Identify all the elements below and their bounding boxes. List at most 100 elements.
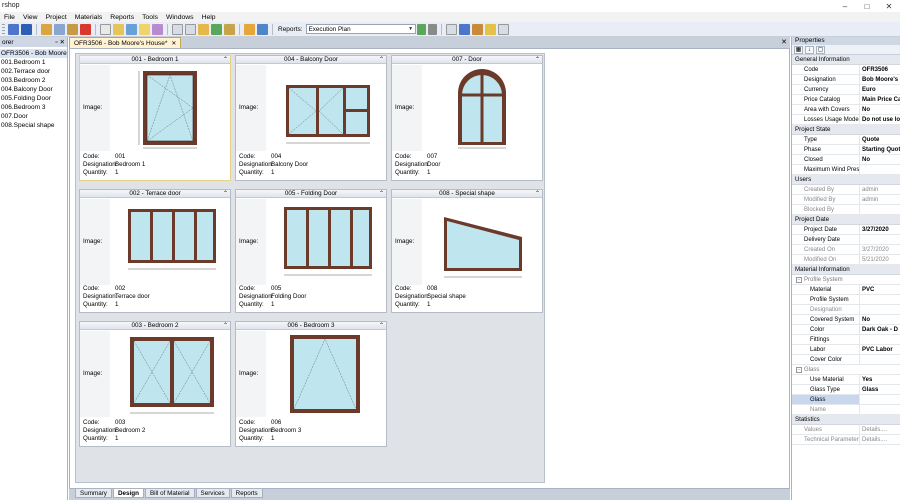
section-project-state[interactable]: Project State: [792, 125, 900, 135]
prop-row[interactable]: Covered System No: [792, 315, 900, 325]
prop-row[interactable]: Designation Bob Moore's H: [792, 75, 900, 85]
prop-row[interactable]: Area with Covers No: [792, 105, 900, 115]
prop-row[interactable]: Price Catalog Main Price Ca: [792, 95, 900, 105]
prop-row[interactable]: Values Details....: [792, 425, 900, 435]
prop-row[interactable]: Color Dark Oak - D: [792, 325, 900, 335]
prop-row[interactable]: Cover Color: [792, 355, 900, 365]
print-icon[interactable]: [126, 23, 137, 35]
window-icon[interactable]: [458, 23, 470, 35]
save-icon[interactable]: [8, 23, 19, 35]
collapse-icon[interactable]: ⌃: [379, 190, 384, 198]
section-users[interactable]: Users: [792, 175, 900, 185]
property-pages-icon[interactable]: ▢: [816, 45, 825, 54]
prop-row[interactable]: Fittings: [792, 335, 900, 345]
tree-item[interactable]: 005.Folding Door: [0, 94, 67, 103]
tab-services[interactable]: Services: [195, 489, 230, 498]
tools-icon[interactable]: [471, 23, 483, 35]
collapse-icon[interactable]: ⌃: [535, 56, 540, 64]
export-icon[interactable]: [152, 23, 163, 35]
prop-row[interactable]: Glass Type Glass: [792, 385, 900, 395]
collapse-icon[interactable]: ⌃: [379, 322, 384, 330]
menu-view[interactable]: View: [19, 14, 42, 21]
tree-item[interactable]: 001.Bedroom 1: [0, 58, 67, 67]
design-card[interactable]: 003 - Bedroom 2 ⌃ Image: Code: 003 Desig…: [79, 321, 231, 447]
grid-icon[interactable]: [185, 23, 196, 35]
prop-row[interactable]: Maximum Wind Pressur: [792, 165, 900, 175]
tree-item[interactable]: 004.Balcony Door: [0, 85, 67, 94]
design-card[interactable]: 007 - Door ⌃ Image: Code: 007 Designation:…: [391, 55, 543, 181]
info-icon[interactable]: [257, 23, 268, 35]
design-card[interactable]: 006 - Bedroom 3 ⌃ Image: Code: 006 Designa…: [235, 321, 387, 447]
collapse-icon[interactable]: ⌃: [223, 322, 228, 330]
collapse-icon[interactable]: ⌃: [379, 56, 384, 64]
prop-row[interactable]: Phase Starting Quot: [792, 145, 900, 155]
pin-icon[interactable]: ▫ ✕: [55, 38, 65, 46]
toolbar-grip[interactable]: [2, 23, 5, 35]
maximize-button[interactable]: □: [856, 0, 878, 12]
tree-item[interactable]: 007.Door: [0, 112, 67, 121]
report-options-icon[interactable]: [427, 23, 437, 35]
minimize-button[interactable]: –: [834, 0, 856, 12]
copy-icon[interactable]: [54, 23, 65, 35]
prop-row[interactable]: Losses Usage Mode Do not use lo: [792, 115, 900, 125]
prop-row[interactable]: Labor PVC Labor: [792, 345, 900, 355]
folder-icon[interactable]: [198, 23, 209, 35]
edit-icon[interactable]: [244, 23, 255, 35]
prop-row[interactable]: Modified By admin: [792, 195, 900, 205]
categorized-icon[interactable]: ▦: [794, 45, 803, 54]
prop-row[interactable]: Name: [792, 405, 900, 415]
sort-alpha-icon[interactable]: ↓: [805, 45, 814, 54]
prop-row[interactable]: Created On 3/27/2020: [792, 245, 900, 255]
prop-row[interactable]: Modified On 5/21/2020: [792, 255, 900, 265]
tree-item[interactable]: 006.Bedroom 3: [0, 103, 67, 112]
prop-row[interactable]: Closed No: [792, 155, 900, 165]
section-general[interactable]: General Information: [792, 55, 900, 65]
menu-project[interactable]: Project: [42, 14, 71, 21]
section-statistics[interactable]: Statistics: [792, 415, 900, 425]
collapse-icon[interactable]: ⌃: [223, 56, 228, 64]
tab-design[interactable]: Design: [112, 489, 144, 498]
prop-row[interactable]: Profile System: [792, 295, 900, 305]
table-icon[interactable]: [445, 23, 457, 35]
reports-select[interactable]: Execution Plan ▼: [305, 24, 416, 34]
paste-icon[interactable]: [67, 23, 78, 35]
group-profile-system[interactable]: − Profile System: [792, 275, 900, 285]
design-card[interactable]: 001 - Bedroom 1 ⌃ Image: Code: 001 Designa…: [79, 55, 231, 181]
prop-row[interactable]: Type Quote: [792, 135, 900, 145]
group-glass[interactable]: − Glass: [792, 365, 900, 375]
list-icon[interactable]: [172, 23, 183, 35]
save-all-icon[interactable]: [21, 23, 32, 35]
tab-summary[interactable]: Summary: [75, 489, 112, 498]
document-tab-project[interactable]: OFR3506 - Bob Moore's House* ✕: [69, 37, 182, 48]
collapse-icon[interactable]: ⌃: [535, 190, 540, 198]
prop-row[interactable]: Technical Parameters Details....: [792, 435, 900, 445]
section-material[interactable]: Material Information: [792, 265, 900, 275]
prop-row-selected[interactable]: Glass: [792, 395, 900, 405]
prop-row[interactable]: Blocked By: [792, 205, 900, 215]
layout-icon[interactable]: [497, 23, 509, 35]
menu-help[interactable]: Help: [198, 14, 220, 21]
prop-row[interactable]: Project Date 3/27/2020: [792, 225, 900, 235]
menu-tools[interactable]: Tools: [138, 14, 162, 21]
prop-row[interactable]: Material PVC: [792, 285, 900, 295]
calculate-icon[interactable]: [211, 23, 222, 35]
tree-item[interactable]: 003.Bedroom 2: [0, 76, 67, 85]
cut-icon[interactable]: [41, 23, 52, 35]
menu-reports[interactable]: Reports: [106, 14, 138, 21]
tab-bill-of-material[interactable]: Bill of Material: [144, 489, 195, 498]
prop-row[interactable]: Use Material Yes: [792, 375, 900, 385]
prop-row[interactable]: Created By admin: [792, 185, 900, 195]
tab-reports[interactable]: Reports: [230, 489, 263, 498]
delete-icon[interactable]: [80, 23, 91, 35]
collapse-icon[interactable]: ⌃: [223, 190, 228, 198]
section-project-date[interactable]: Project Date: [792, 215, 900, 225]
tree-item[interactable]: 002.Terrace door: [0, 67, 67, 76]
design-card[interactable]: 005 - Folding Door ⌃ Image: Code: 005 Desi…: [235, 189, 387, 313]
design-card[interactable]: 008 - Special shape ⌃ Image: Code: 008 Des…: [391, 189, 543, 313]
tree-root-project[interactable]: OFR3506 - Bob Moore's House: [0, 49, 67, 58]
close-window-button[interactable]: ✕: [878, 0, 900, 12]
run-report-icon[interactable]: [416, 23, 426, 35]
open-folder-icon[interactable]: [113, 23, 124, 35]
preview-icon[interactable]: [139, 23, 150, 35]
prop-row[interactable]: Code OFR3506: [792, 65, 900, 75]
